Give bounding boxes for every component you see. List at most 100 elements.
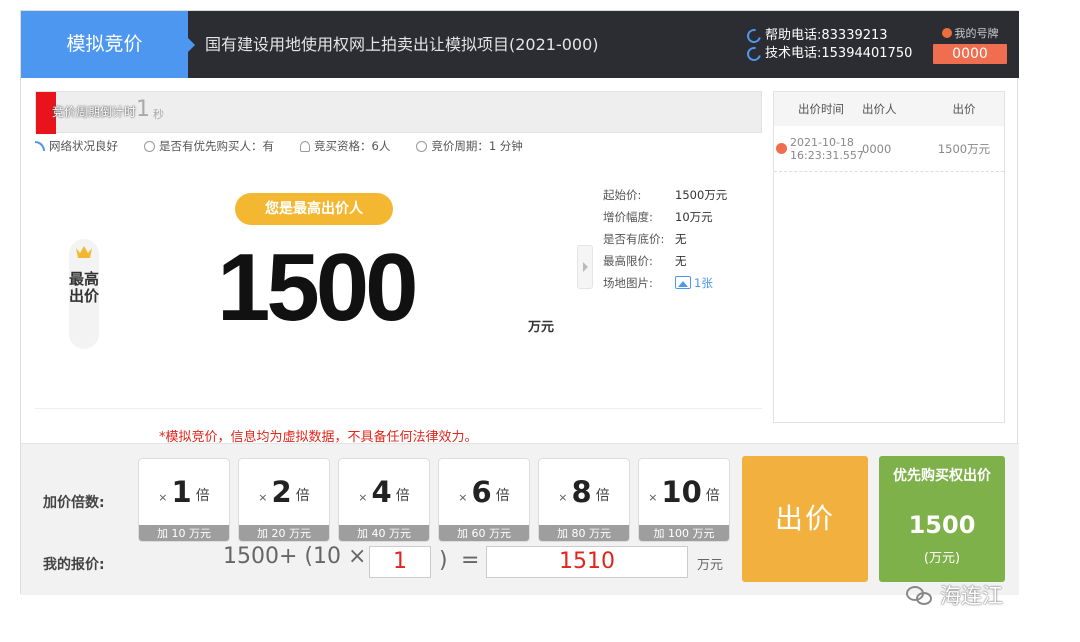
header-bidder: 出价人 — [862, 102, 897, 116]
priority-purchase-bid-button[interactable]: 优先购买权出价 1500 (万元) — [879, 456, 1005, 582]
info-value: 无 — [675, 254, 687, 268]
site-image-link[interactable]: 1张 — [675, 272, 713, 294]
multiplier-increment: 加 40 万元 — [339, 525, 429, 541]
watermark-text: 海连江 — [940, 584, 1003, 608]
multiplier-number: 2 — [271, 475, 292, 509]
multiplier-unit: 倍 — [705, 488, 720, 504]
image-icon — [675, 276, 691, 289]
bid-history-row: 2021-10-18 16:23:31.557 0000 1500万元 — [774, 126, 1004, 172]
info-value: 1500万元 — [675, 188, 728, 202]
multiplier-number: 6 — [471, 475, 492, 509]
multiplier-main: × 8 倍 — [539, 459, 629, 525]
priority-purchase-value: 1500 — [908, 511, 976, 539]
multiply-icon: × — [458, 490, 468, 504]
project-title: 国有建设用地使用权网上拍卖出让模拟项目(2021-000) — [205, 35, 599, 54]
info-key: 场地图片: — [603, 276, 653, 290]
signal-icon — [35, 141, 45, 151]
status-row: 网络状况良好 是否有优先购买人：有 竞买资格：6人 竞价周期：1 分钟 — [35, 137, 762, 155]
wechat-icon — [906, 584, 934, 606]
priority-icon — [144, 140, 155, 152]
priority-purchase-unit: (万元) — [923, 551, 961, 566]
header-price: 出价 — [952, 102, 976, 116]
info-row-image: 场地图片: 1张 — [603, 272, 727, 294]
current-price-unit: 万元 — [528, 320, 555, 335]
multiplier-number: 4 — [371, 475, 392, 509]
formula-equals: = — [461, 548, 480, 573]
info-key: 是否有底价: — [603, 232, 665, 246]
info-row: 起始价: 1500万元 — [603, 184, 727, 206]
cycle-status: 竞价周期：1 分钟 — [416, 138, 523, 154]
help-phone-row: 帮助电话:83339213 — [744, 26, 912, 46]
formula-close-paren: ) — [439, 548, 448, 573]
help-phone: 帮助电话:83339213 — [765, 28, 888, 43]
auction-app: 模拟竞价 国有建设用地使用权网上拍卖出让模拟项目(2021-000) 帮助电话:… — [20, 10, 1019, 595]
multiplier-button-2[interactable]: × 2 倍 加 20 万元 — [238, 458, 330, 542]
submit-bid-button[interactable]: 出价 — [742, 456, 868, 582]
multiplier-main: × 10 倍 — [639, 459, 729, 525]
multiplier-main: × 6 倍 — [439, 459, 529, 525]
bid-history-panel: 出价时间 出价人 出价 2021-10-18 16:23:31.557 0000… — [773, 91, 1005, 423]
priority-buyer-status: 是否有优先购买人：有 — [144, 138, 274, 154]
auction-info: 起始价: 1500万元 增价幅度: 10万元 是否有底价: 无 最高限价: 无 场地图片… — [603, 184, 727, 294]
plate-label: 我的号牌 — [954, 27, 999, 40]
multiplier-increment: 加 80 万元 — [539, 525, 629, 541]
multiplier-unit: 倍 — [595, 488, 610, 504]
network-status: 网络状况良好 — [35, 138, 118, 154]
bid-bidder: 0000 — [862, 141, 892, 156]
multiplier-unit: 倍 — [395, 488, 410, 504]
bid-clock: 16:23:31.557 — [790, 148, 864, 162]
countdown-label: 竞价周期倒计时 — [52, 105, 137, 119]
priority-purchase-title: 优先购买权出价 — [893, 468, 991, 484]
phone-icon — [744, 26, 764, 46]
my-quote-label: 我的报价: — [43, 557, 105, 573]
current-price: 1500 — [217, 234, 419, 341]
multiplier-main: × 2 倍 — [239, 459, 329, 525]
bid-price: 1500万元 — [937, 141, 991, 156]
bid-time: 2021-10-18 16:23:31.557 — [774, 136, 864, 162]
multiplier-unit: 倍 — [495, 488, 510, 504]
multiplier-number: 10 — [661, 475, 702, 509]
countdown-unit: 秒 — [153, 108, 164, 121]
phone-icon — [744, 44, 764, 64]
info-collapse-toggle[interactable] — [577, 245, 593, 289]
tech-phone: 技术电话:15394401750 — [765, 46, 913, 61]
multiplier-increment: 加 10 万元 — [139, 525, 229, 541]
cycle-text: 竞价周期：1 分钟 — [431, 139, 523, 153]
multiplier-button-8[interactable]: × 8 倍 加 80 万元 — [538, 458, 630, 542]
crown-icon — [76, 246, 92, 258]
plate-label-row: 我的号牌 — [933, 25, 1007, 41]
multiplier-button-4[interactable]: × 4 倍 加 40 万元 — [338, 458, 430, 542]
info-row: 是否有底价: 无 — [603, 228, 727, 250]
quote-formula-prefix: 1500+ (10 × — [223, 544, 367, 569]
clock-icon — [416, 140, 428, 152]
site-image-count: 1张 — [694, 276, 713, 290]
multiply-icon: × — [358, 490, 368, 504]
info-row: 增价幅度: 10万元 — [603, 206, 727, 228]
multiplier-button-1[interactable]: × 1 倍 加 10 万元 — [138, 458, 230, 542]
info-key: 起始价: — [603, 188, 642, 202]
network-status-text: 网络状况良好 — [49, 139, 118, 153]
plate-number: 0000 — [933, 44, 1007, 64]
qualification-text: 竞买资格：6人 — [314, 139, 391, 153]
person-icon — [300, 140, 310, 152]
plate-icon — [941, 28, 952, 38]
info-key: 增价幅度: — [603, 210, 653, 224]
bid-marker-icon — [776, 143, 787, 154]
multiplier-unit: 倍 — [195, 488, 210, 504]
brand-tab[interactable]: 模拟竞价 — [21, 11, 188, 78]
multiplier-main: × 1 倍 — [139, 459, 229, 525]
highest-bid-tag: 最高出价 — [69, 239, 99, 349]
multiplier-main: × 4 倍 — [339, 459, 429, 525]
my-plate: 我的号牌 0000 — [933, 25, 1007, 64]
bid-controls: 加价倍数: 我的报价: × 1 倍 加 10 万元 × 2 倍 加 20 万元 … — [21, 443, 1019, 595]
multiplier-button-10[interactable]: × 10 倍 加 100 万元 — [638, 458, 730, 542]
multiplier-button-6[interactable]: × 6 倍 加 60 万元 — [438, 458, 530, 542]
multiplier-input[interactable]: 1 — [369, 546, 431, 578]
divider — [35, 408, 762, 409]
multiplier-increment: 加 100 万元 — [639, 525, 729, 541]
phone-info: 帮助电话:83339213 技术电话:15394401750 — [744, 26, 913, 64]
multiply-icon: × — [258, 490, 268, 504]
countdown-value: 1 — [136, 97, 150, 122]
qualification-status: 竞买资格：6人 — [300, 138, 390, 154]
info-value: 无 — [675, 232, 687, 246]
